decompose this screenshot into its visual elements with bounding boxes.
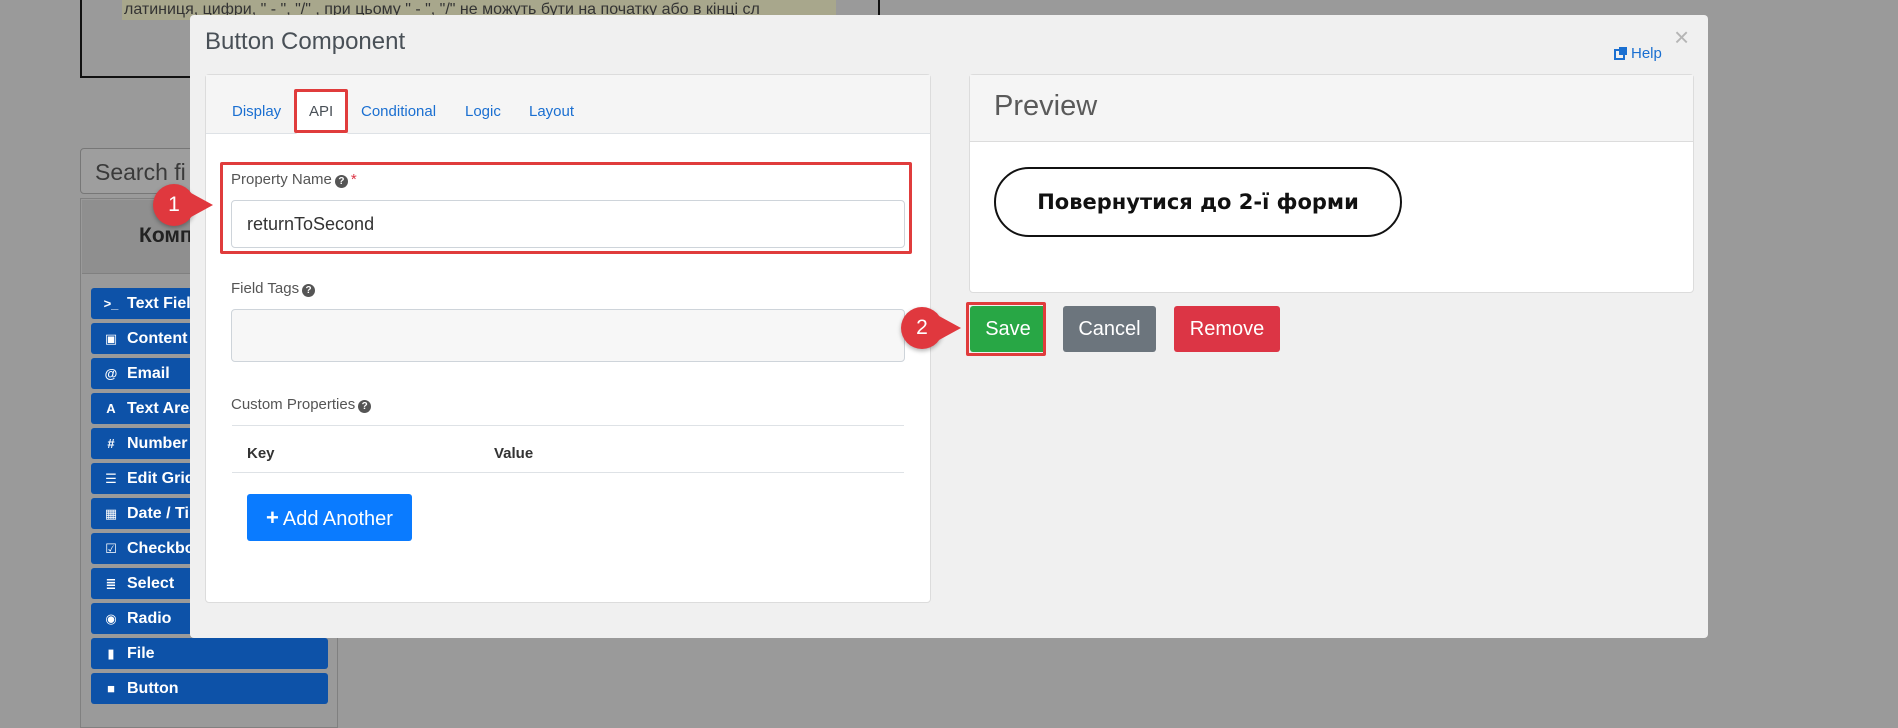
stop-icon: ■ bbox=[107, 681, 115, 696]
file-icon: ▮ bbox=[107, 646, 115, 661]
remove-button[interactable]: Remove bbox=[1174, 306, 1280, 352]
close-icon[interactable]: × bbox=[1674, 24, 1689, 50]
preview-button[interactable]: Повернутися до 2-ї форми bbox=[994, 167, 1402, 237]
save-button[interactable]: Save bbox=[970, 306, 1046, 352]
required-marker: * bbox=[350, 171, 357, 188]
component-label: Text Area bbox=[127, 400, 199, 417]
add-another-button[interactable]: + Add Another bbox=[247, 494, 412, 541]
hashtag-icon: # bbox=[107, 436, 115, 451]
component-button[interactable]: ■ Button bbox=[91, 673, 328, 704]
component-label: Number bbox=[127, 435, 188, 452]
question-circle-icon: ? bbox=[302, 284, 316, 297]
component-button[interactable]: ▮ File bbox=[91, 638, 328, 669]
external-link-icon bbox=[1614, 46, 1628, 64]
dot-circle-icon: ◉ bbox=[105, 611, 117, 626]
tab-layout[interactable]: Layout bbox=[529, 103, 574, 120]
component-label: Button bbox=[127, 680, 179, 697]
property-name-label-text: Property Name bbox=[231, 171, 332, 188]
component-label: Content bbox=[127, 330, 188, 347]
plus-icon: + bbox=[266, 505, 279, 530]
modal-title: Button Component bbox=[205, 28, 406, 55]
tasks-icon: ☰ bbox=[105, 471, 117, 486]
check-square-icon: ☑ bbox=[105, 541, 117, 556]
font-icon: A bbox=[106, 401, 116, 416]
background-panel-title: Комп bbox=[139, 224, 193, 247]
callout-marker-1: 1 bbox=[153, 184, 213, 226]
component-label: File bbox=[127, 645, 155, 662]
custom-properties-label: Custom Properties? bbox=[231, 396, 372, 413]
html5-icon: ▣ bbox=[104, 331, 118, 346]
table-top-border bbox=[232, 425, 904, 426]
field-tags-label: Field Tags? bbox=[231, 280, 316, 297]
list-icon: ≣ bbox=[105, 576, 117, 591]
tab-logic[interactable]: Logic bbox=[465, 103, 501, 120]
table-header-border bbox=[232, 472, 904, 473]
property-name-label: Property Name? * bbox=[231, 171, 357, 188]
help-label: Help bbox=[1631, 45, 1662, 62]
field-tags-input[interactable] bbox=[231, 309, 905, 362]
help-link[interactable]: Help bbox=[1614, 45, 1662, 64]
preview-title: Preview bbox=[994, 90, 1098, 122]
custom-properties-label-text: Custom Properties bbox=[231, 396, 356, 413]
component-label: Radio bbox=[127, 610, 172, 627]
at-icon: @ bbox=[104, 366, 118, 381]
component-label: Edit Grid bbox=[127, 470, 195, 487]
tab-api[interactable]: API bbox=[309, 103, 333, 120]
question-circle-icon: ? bbox=[358, 400, 372, 413]
property-name-input[interactable] bbox=[231, 200, 905, 248]
terminal-icon: >_ bbox=[103, 296, 119, 311]
column-header-key: Key bbox=[247, 445, 275, 462]
add-another-label: Add Another bbox=[282, 508, 393, 530]
tab-display[interactable]: Display bbox=[232, 103, 281, 120]
cancel-button[interactable]: Cancel bbox=[1063, 306, 1156, 352]
callout-marker-2: 2 bbox=[901, 307, 961, 349]
component-label: Email bbox=[127, 365, 170, 382]
calendar-icon: ▦ bbox=[104, 506, 118, 521]
field-tags-label-text: Field Tags bbox=[231, 280, 300, 297]
column-header-value: Value bbox=[494, 445, 534, 462]
tab-conditional[interactable]: Conditional bbox=[361, 103, 436, 120]
question-circle-icon: ? bbox=[334, 175, 348, 188]
component-label: Select bbox=[127, 575, 175, 592]
